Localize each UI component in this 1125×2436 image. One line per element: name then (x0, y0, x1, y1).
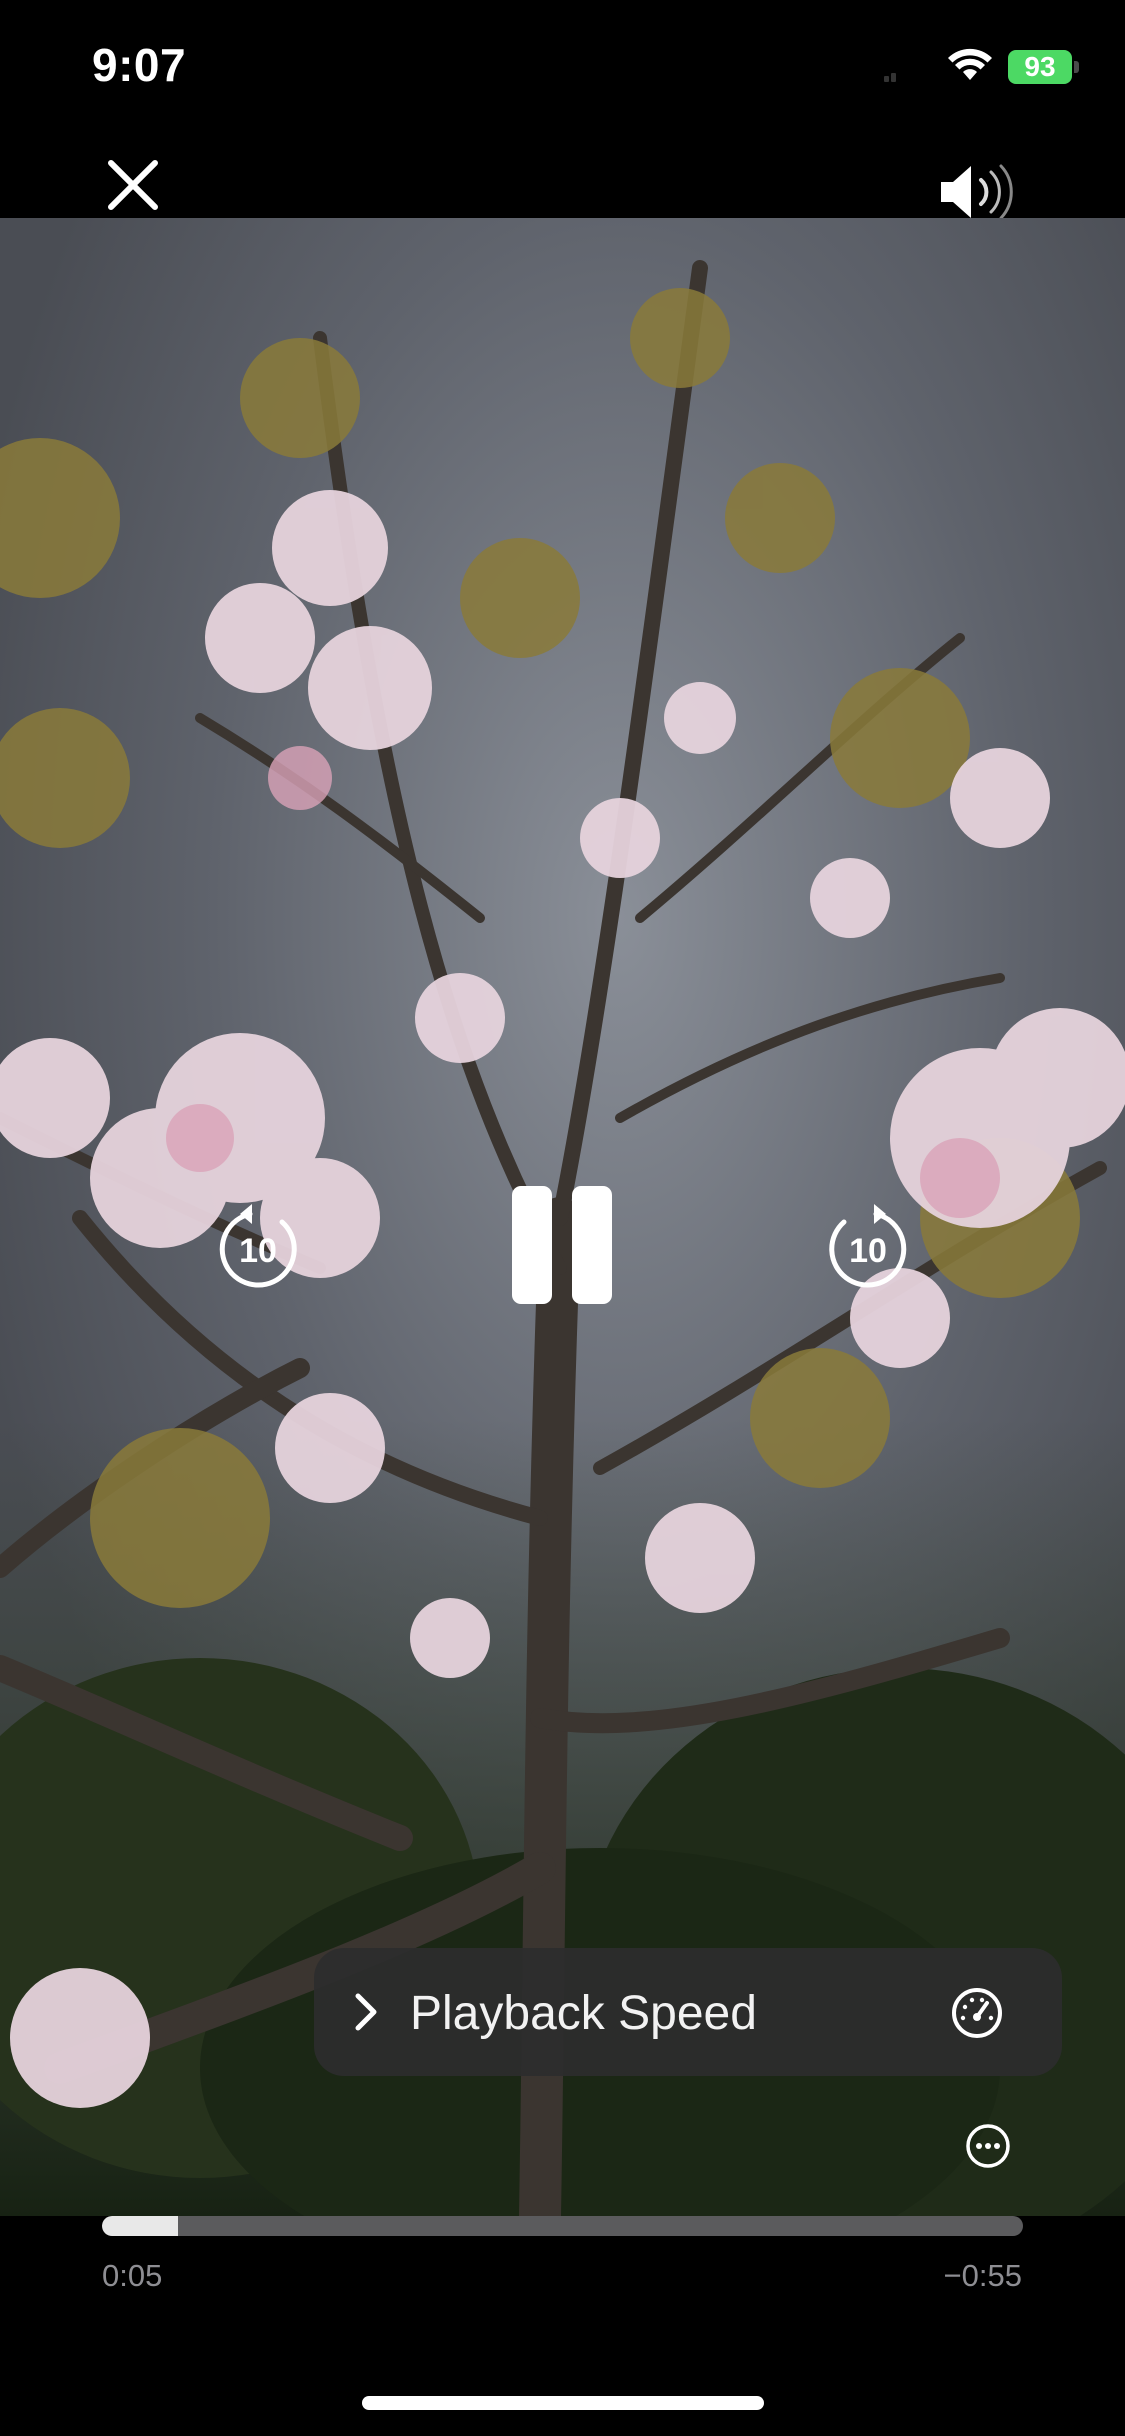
elapsed-time: 0:05 (102, 2258, 163, 2293)
skip-back-button[interactable]: 10 (210, 1200, 306, 1296)
status-bar: 9:07 93 (0, 0, 1125, 140)
volume-button[interactable] (935, 160, 1025, 224)
playback-speed-label: Playback Speed (410, 1987, 757, 2040)
speedometer-icon (952, 1988, 1002, 2038)
skip-back-label: 10 (239, 1232, 277, 1270)
battery-level: 93 (1024, 51, 1056, 82)
battery-icon: 93 (1008, 50, 1072, 84)
wifi-icon (948, 48, 992, 80)
speaker-volume-icon (941, 164, 1013, 220)
more-options-button[interactable] (964, 2122, 1012, 2170)
cellular-signal-icon (884, 68, 910, 82)
pause-button[interactable] (510, 1186, 614, 1304)
skip-forward-label: 10 (849, 1232, 887, 1270)
close-button[interactable] (98, 150, 168, 220)
battery-cap (1074, 61, 1079, 73)
home-indicator[interactable] (362, 2396, 764, 2410)
ellipsis-circle-icon (966, 2124, 1010, 2168)
rewind-10-icon: 10 (219, 1204, 297, 1288)
forward-10-icon: 10 (829, 1204, 907, 1288)
close-icon (108, 160, 158, 210)
chevron-right-icon (355, 1993, 377, 2031)
playback-scrubber[interactable] (102, 2216, 1023, 2236)
status-time: 9:07 (92, 39, 187, 91)
playback-progress-fill (102, 2216, 179, 2236)
playback-speed-menu[interactable]: Playback Speed (314, 1948, 1062, 2076)
skip-forward-button[interactable]: 10 (820, 1200, 916, 1296)
remaining-time: −0:55 (943, 2258, 1022, 2293)
